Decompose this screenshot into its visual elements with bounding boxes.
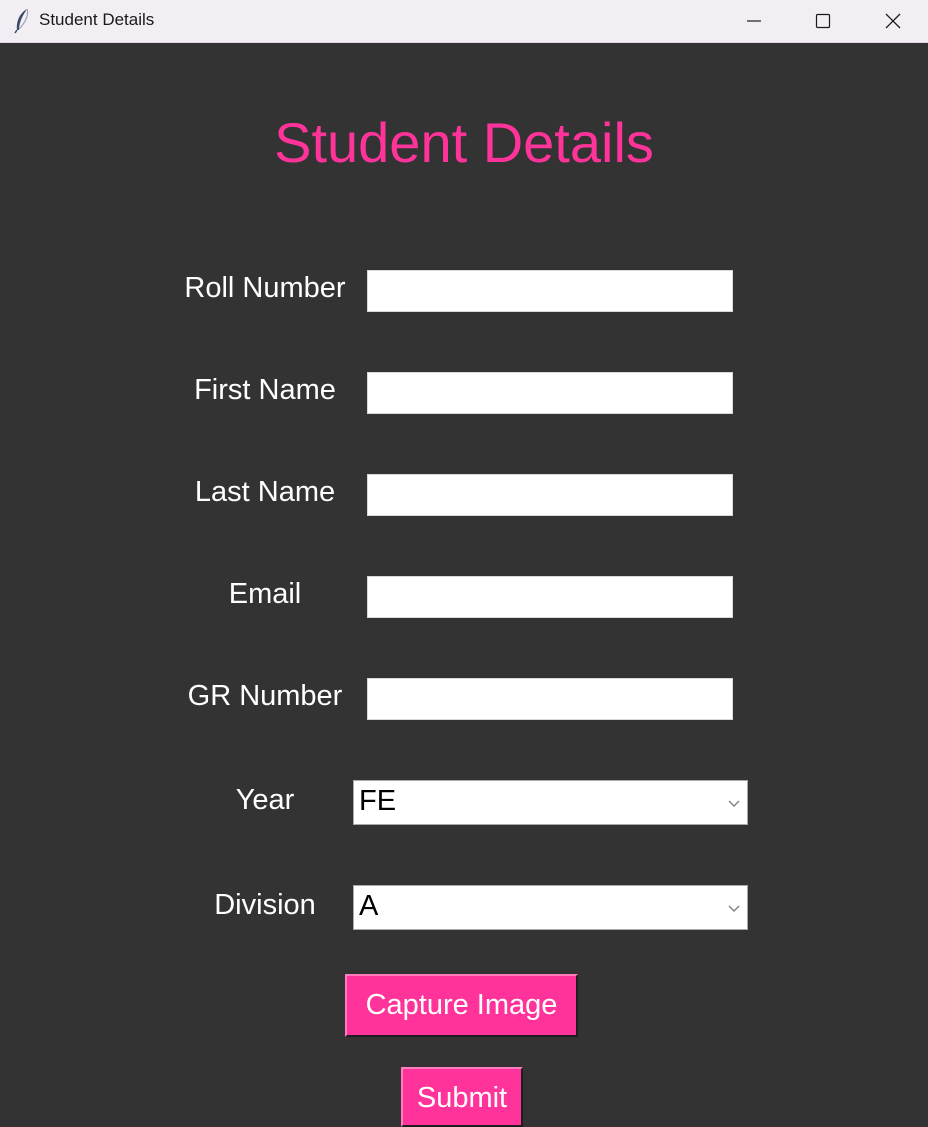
- year-selected-value: FE: [359, 785, 397, 817]
- page-title: Student Details: [274, 111, 654, 174]
- title-bar: Student Details: [0, 0, 928, 43]
- close-icon: [885, 13, 901, 29]
- roll-number-input[interactable]: [367, 270, 733, 312]
- chevron-down-icon[interactable]: [727, 902, 741, 916]
- close-button[interactable]: [858, 0, 928, 42]
- division-label: Division: [214, 889, 316, 921]
- last-name-input[interactable]: [367, 474, 733, 516]
- minimize-icon: [746, 13, 762, 29]
- maximize-button[interactable]: [789, 0, 857, 42]
- gr-number-input[interactable]: [367, 678, 733, 720]
- minimize-button[interactable]: [720, 0, 788, 42]
- window-title: Student Details: [39, 10, 155, 29]
- division-selected-value: A: [359, 890, 379, 922]
- maximize-icon: [815, 13, 831, 29]
- email-label: Email: [228, 578, 302, 610]
- year-label: Year: [235, 784, 295, 816]
- year-select[interactable]: FE: [353, 780, 748, 825]
- last-name-label: Last Name: [194, 476, 336, 508]
- feather-icon: [12, 8, 32, 34]
- first-name-label: First Name: [194, 374, 336, 406]
- form-panel: Student Details Roll Number First Name L…: [0, 43, 928, 1127]
- roll-number-label: Roll Number: [184, 272, 346, 304]
- capture-image-button[interactable]: Capture Image: [345, 974, 578, 1037]
- first-name-input[interactable]: [367, 372, 733, 414]
- email-input[interactable]: [367, 576, 733, 618]
- gr-number-label: GR Number: [187, 680, 343, 712]
- division-select[interactable]: A: [353, 885, 748, 930]
- submit-button[interactable]: Submit: [401, 1067, 523, 1127]
- chevron-down-icon[interactable]: [727, 797, 741, 811]
